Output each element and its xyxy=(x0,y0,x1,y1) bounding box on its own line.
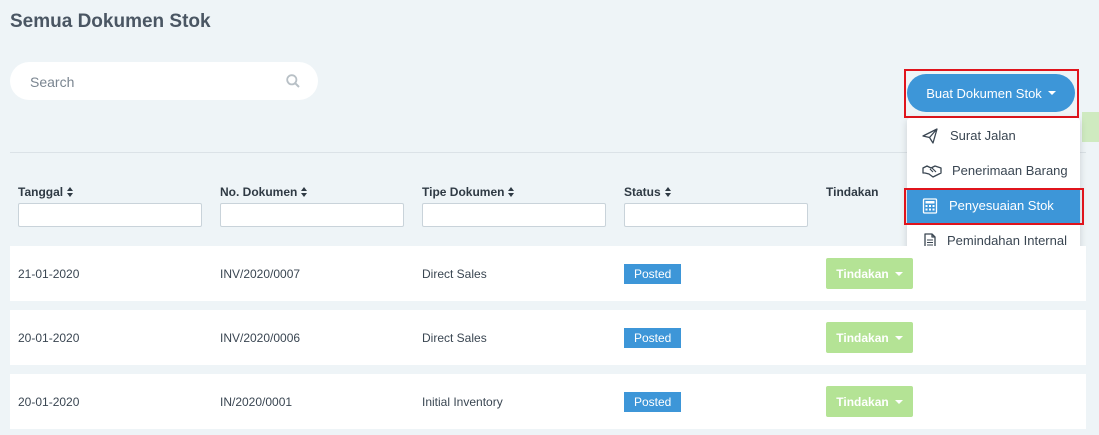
filter-no-dokumen-input[interactable] xyxy=(220,203,404,227)
dropdown-item-surat-jalan[interactable]: Surat Jalan xyxy=(907,118,1080,153)
cell-tipe-dokumen: Direct Sales xyxy=(422,330,487,345)
cell-no-dokumen: INV/2020/0007 xyxy=(220,266,301,281)
highlight-penyesuaian-stok xyxy=(904,188,1084,225)
status-badge: Posted xyxy=(624,327,682,348)
cell-status: Posted xyxy=(624,246,682,301)
search-input[interactable] xyxy=(28,62,282,102)
dropdown-item-label: Penerimaan Barang xyxy=(952,163,1068,178)
column-header-no-dokumen[interactable]: No. Dokumen xyxy=(220,185,308,199)
cell-status: Posted xyxy=(624,310,682,365)
table-row[interactable]: 21-01-2020 INV/2020/0007 Direct Sales Po… xyxy=(10,246,1086,301)
handshake-icon xyxy=(922,165,942,178)
status-badge: Posted xyxy=(624,391,682,412)
cell-no-dokumen: INV/2020/0006 xyxy=(220,330,301,345)
table-row[interactable]: 20-01-2020 INV/2020/0006 Direct Sales Po… xyxy=(10,310,1086,365)
header-label: Status xyxy=(624,185,661,199)
header-label: Tanggal xyxy=(18,185,64,199)
tindakan-label: Tindakan xyxy=(836,330,889,345)
search-box xyxy=(10,62,318,102)
filter-tanggal-input[interactable] xyxy=(18,203,202,227)
tindakan-label: Tindakan xyxy=(836,394,889,409)
header-label: Tindakan xyxy=(826,185,879,199)
tindakan-button[interactable]: Tindakan xyxy=(826,322,913,353)
column-header-tanggal[interactable]: Tanggal xyxy=(18,185,74,199)
filter-status-input[interactable] xyxy=(624,203,808,227)
column-header-tindakan: Tindakan xyxy=(826,185,878,199)
column-header-tipe-dokumen[interactable]: Tipe Dokumen xyxy=(422,185,515,199)
dropdown-item-penerimaan-barang[interactable]: Penerimaan Barang xyxy=(907,153,1080,188)
dropdown-item-label: Surat Jalan xyxy=(950,128,1016,143)
header-label: No. Dokumen xyxy=(220,185,298,199)
sort-icon xyxy=(301,187,308,197)
table-row[interactable]: 20-01-2020 IN/2020/0001 Initial Inventor… xyxy=(10,374,1086,429)
status-badge: Posted xyxy=(624,263,682,284)
filter-tipe-dokumen-input[interactable] xyxy=(422,203,606,227)
caret-down-icon xyxy=(894,271,903,276)
sort-icon xyxy=(664,187,672,197)
cell-tipe-dokumen: Direct Sales xyxy=(422,266,487,281)
cell-status: Posted xyxy=(624,374,682,429)
cell-no-dokumen: IN/2020/0001 xyxy=(220,394,293,409)
tindakan-label: Tindakan xyxy=(836,266,889,281)
header-label: Tipe Dokumen xyxy=(422,185,505,199)
sort-icon xyxy=(67,187,74,197)
paper-plane-icon xyxy=(922,128,938,144)
caret-down-icon xyxy=(894,399,903,404)
tindakan-button[interactable]: Tindakan xyxy=(826,386,913,417)
page-title: Semua Dokumen Stok xyxy=(10,11,211,32)
tindakan-button[interactable]: Tindakan xyxy=(826,258,913,289)
column-header-status[interactable]: Status xyxy=(624,185,672,199)
caret-down-icon xyxy=(894,335,903,340)
highlight-create-button xyxy=(904,69,1079,118)
cell-tanggal: 20-01-2020 xyxy=(18,330,80,345)
hidden-action-button-edge xyxy=(1082,112,1099,142)
search-icon[interactable] xyxy=(286,74,300,88)
sort-icon xyxy=(508,187,515,197)
cell-tipe-dokumen: Initial Inventory xyxy=(422,394,503,409)
cell-tanggal: 20-01-2020 xyxy=(18,394,80,409)
cell-tanggal: 21-01-2020 xyxy=(18,266,80,281)
